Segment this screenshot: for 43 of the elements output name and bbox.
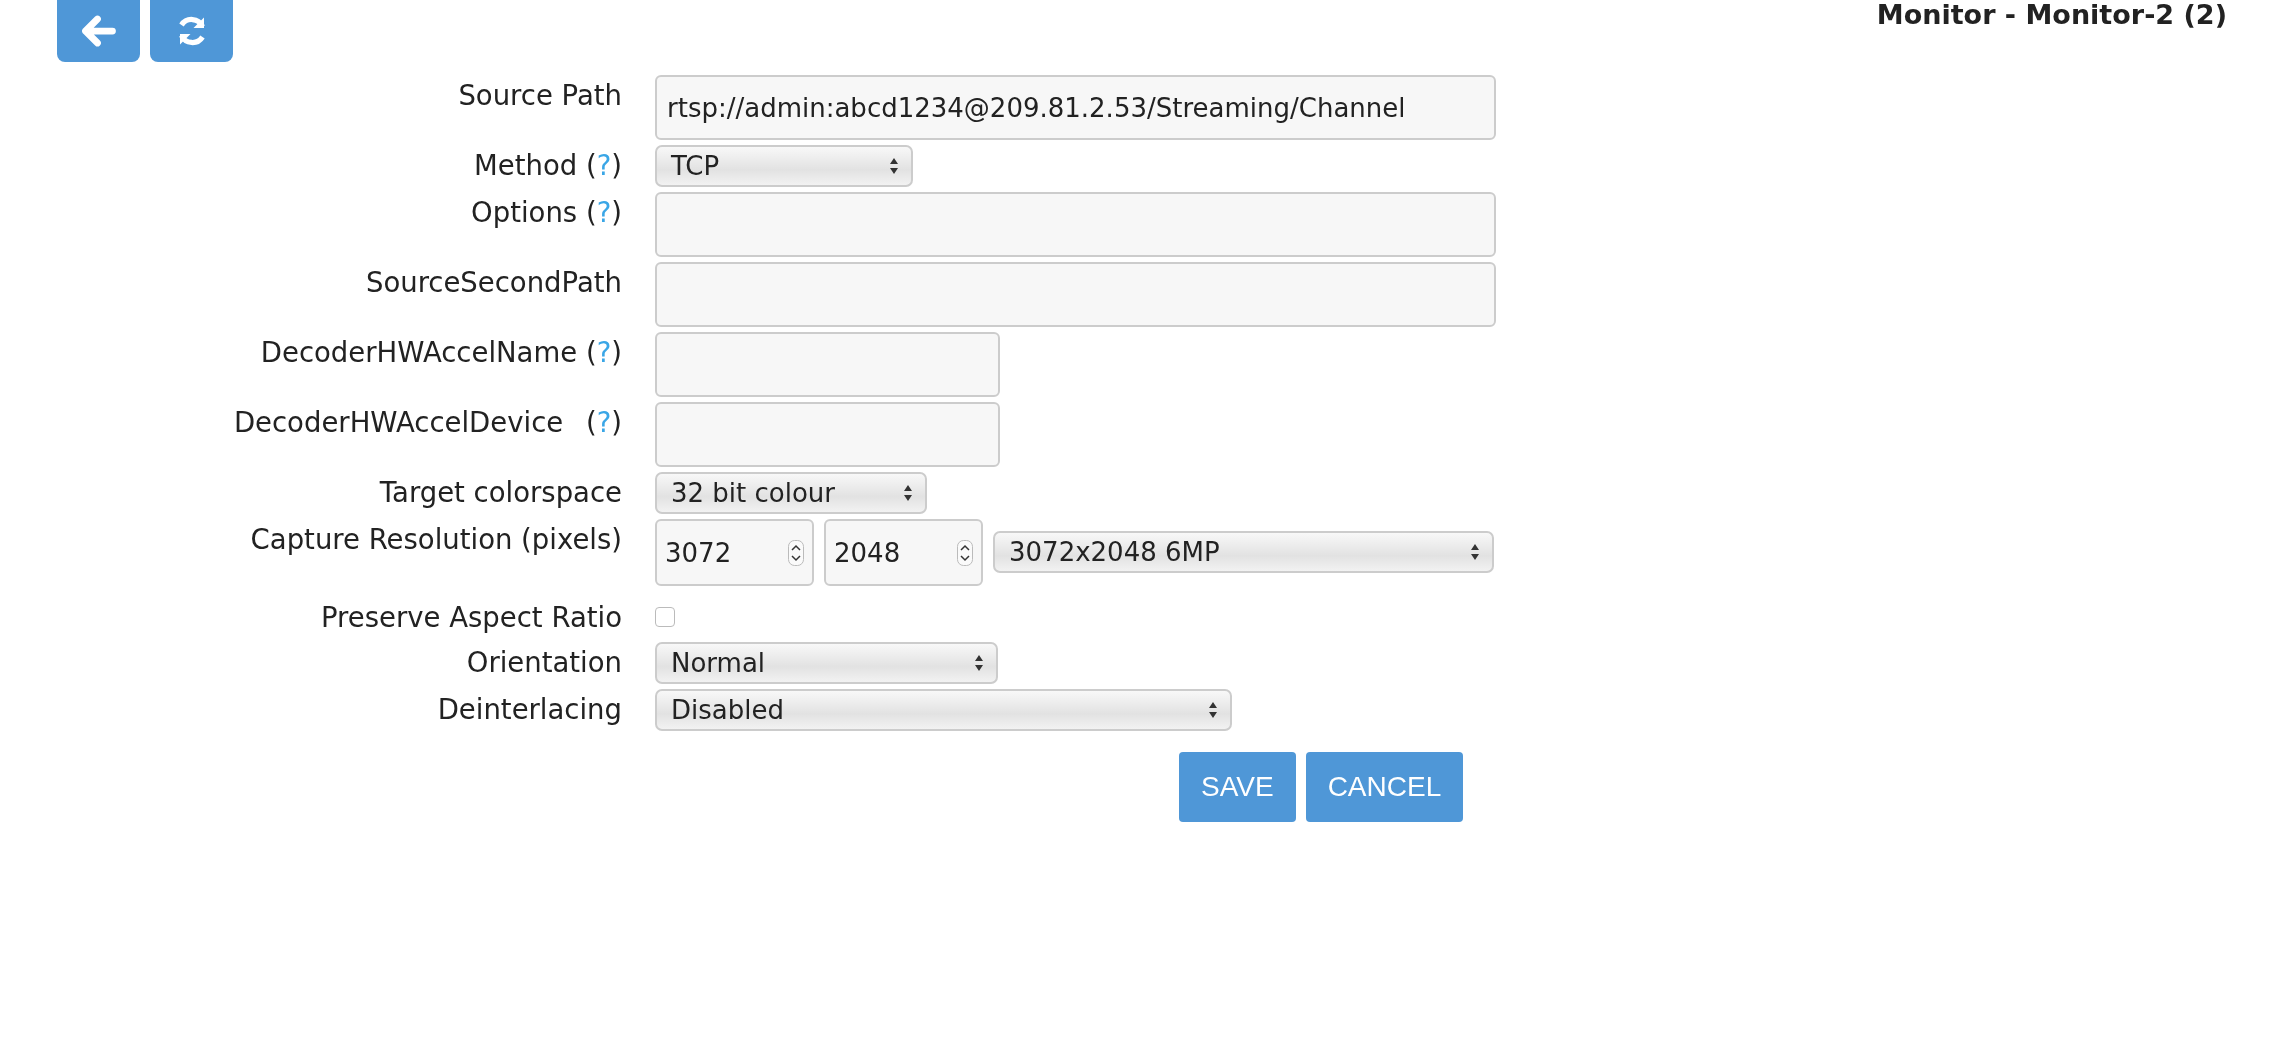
paren: ) (611, 406, 622, 438)
text-field[interactable] (655, 332, 1000, 397)
back-arrow-icon (80, 13, 117, 49)
field-label: Capture Resolution (pixels) (250, 523, 622, 555)
select-caret-icon (1208, 701, 1218, 719)
field-label: Deinterlacing (437, 693, 622, 725)
field-label: SourceSecondPath (365, 266, 622, 298)
refresh-button[interactable] (150, 0, 233, 62)
width-field[interactable]: 3072 (655, 519, 814, 586)
select-dropdown[interactable]: 3072x2048 6MP (993, 531, 1494, 573)
spinner-icon[interactable] (957, 539, 973, 566)
field-label: Target colorspace (379, 476, 622, 508)
select-dropdown[interactable]: TCP (655, 145, 913, 187)
paren: ) (611, 336, 622, 368)
back-button[interactable] (57, 0, 140, 62)
field-label: Preserve Aspect Ratio (321, 601, 622, 633)
select-caret-icon (889, 157, 899, 175)
field-label: DecoderHWAccelName (260, 336, 578, 368)
field-label: Source Path (458, 79, 622, 111)
height-field[interactable]: 2048 (824, 519, 983, 586)
text-field[interactable]: rtsp://admin:abcd1234@209.81.2.53/Streaming/Channel (655, 75, 1496, 140)
paren: ) (611, 196, 622, 228)
paren: ( (585, 196, 597, 228)
field-label: Orientation (466, 646, 622, 678)
paren: ( (585, 336, 597, 368)
select-dropdown[interactable]: Disabled (655, 689, 1232, 731)
select-caret-icon (903, 484, 913, 502)
text-field[interactable] (655, 192, 1496, 257)
paren: ) (611, 149, 622, 181)
select-dropdown[interactable]: Normal (655, 642, 998, 684)
checkbox[interactable] (655, 607, 675, 627)
select-dropdown[interactable]: 32 bit colour (655, 472, 927, 514)
paren: ( (585, 149, 597, 181)
text-field[interactable] (655, 402, 1000, 467)
text-field[interactable] (655, 262, 1496, 327)
page-title: Monitor - Monitor-2 (2) (1876, 0, 2227, 30)
spinner-icon[interactable] (788, 539, 804, 566)
field-label: Options (471, 196, 578, 228)
field-label: Method (474, 149, 578, 181)
field-label: DecoderHWAccelDevice (233, 406, 564, 438)
select-caret-icon (974, 654, 984, 672)
paren: ( (585, 406, 597, 438)
select-caret-icon (1470, 543, 1480, 561)
